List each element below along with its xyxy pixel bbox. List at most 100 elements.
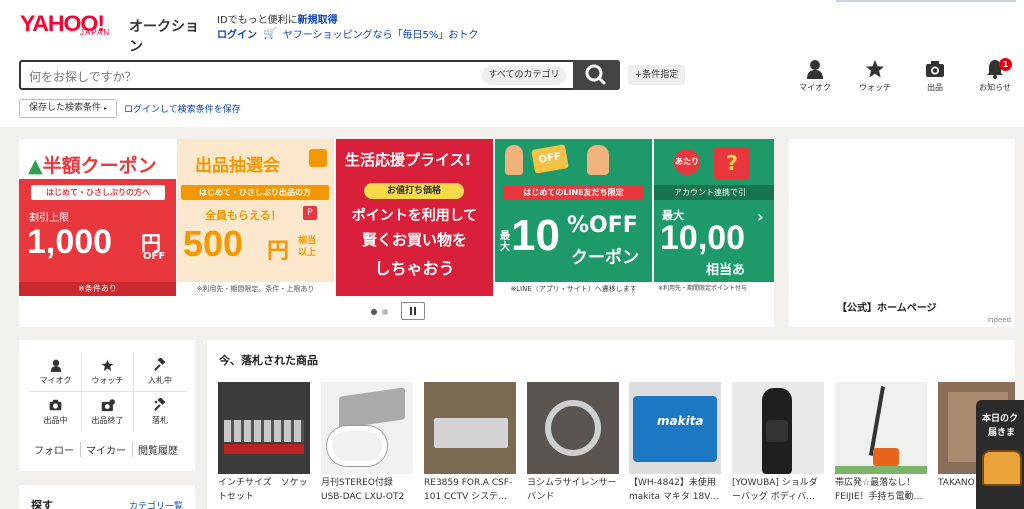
shopping-promo-link[interactable]: ヤフーショッピングなら「毎日5%」おトク bbox=[283, 26, 479, 41]
recently-sold-panel: 今、落札された商品 インチサイズ ソケットセット 月刊STEREO付録 USB-… bbox=[207, 340, 1015, 509]
search-box: 何をお探しですか？ すべてのカテゴリ bbox=[19, 60, 620, 90]
banner-title-text: 半額クーポン bbox=[42, 155, 157, 177]
product-title: 【WH-4842】未使用 makita マキタ 18V… bbox=[629, 478, 720, 502]
banner-badge: あたり bbox=[674, 149, 700, 175]
float-line2: 届きま bbox=[988, 428, 1016, 438]
banner-account-link[interactable]: あたり ? アカウント連携で引 最大 10,00 相当あ ※利用先・期間限定ポイ… bbox=[654, 139, 774, 296]
banner-amount: 1,000 bbox=[27, 223, 113, 261]
banner-small: 全員もらえる！ bbox=[205, 209, 282, 222]
product-title: RE3859 FOR.A CSF-101 CCTV システ… bbox=[424, 478, 513, 502]
product-card[interactable]: 月刊STEREO付録 USB-DAC LXU-OT2（… bbox=[321, 382, 413, 504]
banner-amount: 500 bbox=[183, 223, 244, 264]
gavel-icon bbox=[154, 358, 166, 371]
banner-line-coupon[interactable]: OFF はじめてのLINE友だち限定 最大 10 %OFF クーポン ※LINE… bbox=[495, 139, 652, 296]
product-card[interactable]: makita 【WH-4842】未使用 makita マキタ 18V… bbox=[629, 382, 721, 504]
side-item-selling[interactable]: 出品中 bbox=[30, 392, 82, 432]
product-title: インチサイズ ソケットセット bbox=[218, 478, 308, 502]
banner-half-coupon[interactable]: ▲半額クーポン はじめて・ひさしぶりの方へ 割引上限 1,000 円 OFF ※… bbox=[19, 139, 176, 296]
banner-band: アカウント連携で引 bbox=[654, 185, 774, 200]
yahoo-auction-logo[interactable]: YAHOO! JAPAN オークション bbox=[20, 11, 202, 55]
header: YAHOO! JAPAN オークション IDでもっと便利に新規取得 ログイン 🛒… bbox=[0, 0, 1024, 127]
ad-panel[interactable]: 【公式】ホームページ indeed bbox=[789, 139, 1015, 327]
search-panel: 探す カテゴリ一覧 bbox=[19, 485, 195, 509]
condition-button[interactable]: +条件指定 bbox=[628, 65, 685, 85]
product-title: 月刊STEREO付録 USB-DAC LXU-OT2（… bbox=[321, 478, 405, 502]
side-item-label: ウォッチ bbox=[91, 376, 124, 385]
camera-check-icon bbox=[101, 398, 115, 411]
login-link[interactable]: ログイン bbox=[217, 26, 257, 41]
caret-right-icon: ▸ bbox=[103, 105, 107, 112]
daily-promo-float[interactable]: 本日のク 届きま bbox=[976, 400, 1024, 509]
watch-label: ウォッチ bbox=[859, 83, 891, 92]
banner-band: はじめて・ひさしぶりの方へ bbox=[31, 185, 165, 200]
sell-button[interactable]: 出品 bbox=[905, 58, 965, 93]
product-image bbox=[527, 382, 619, 474]
myauc-button[interactable]: マイオク bbox=[785, 58, 845, 93]
banner-extra: クーポン bbox=[571, 248, 639, 268]
banner-extra: 相当あ bbox=[706, 263, 746, 278]
saved-search-dropdown[interactable]: 保存した検索条件 ▸ bbox=[19, 99, 117, 118]
paypay-icon: P bbox=[303, 206, 317, 220]
search-input[interactable]: 何をお探しですか？ bbox=[29, 68, 137, 85]
camera-icon bbox=[49, 399, 62, 411]
banner-life-support[interactable]: 生活応援プライス! お値打ち価格 ポイントを利用して 賢くお買い物を しちゃおう bbox=[336, 139, 493, 296]
product-title: [YOWUBA] ショルダーバッグ ボディバ… bbox=[732, 478, 818, 502]
banner-unit: 円 bbox=[267, 239, 290, 264]
leaf-icon: ▲ bbox=[28, 155, 43, 177]
banner-band: お値打ち価格 bbox=[364, 183, 464, 199]
product-title: 帯広発☆最落なし！FEIJIE！手持ち電動… bbox=[835, 478, 923, 502]
banner-title: 生活応援プライス! bbox=[345, 151, 472, 169]
id-promo: IDでもっと便利に新規取得 bbox=[217, 11, 338, 26]
history-link[interactable]: 閲覧履歴 bbox=[138, 442, 184, 457]
side-item-watch[interactable]: ウォッチ bbox=[82, 352, 134, 392]
product-card[interactable]: インチサイズ ソケットセット bbox=[218, 382, 310, 504]
search-icon bbox=[585, 64, 606, 85]
login-save-link[interactable]: ログインして検索条件を保存 bbox=[124, 102, 241, 115]
pause-icon bbox=[410, 307, 412, 315]
mycar-link[interactable]: マイカー bbox=[86, 442, 133, 457]
category-select[interactable]: すべてのカテゴリ bbox=[482, 66, 566, 85]
register-link[interactable]: 新規取得 bbox=[298, 15, 338, 26]
carousel-dot[interactable] bbox=[382, 309, 388, 315]
watch-button[interactable]: ウォッチ bbox=[845, 58, 905, 93]
product-card[interactable]: [YOWUBA] ショルダーバッグ ボディバ… bbox=[732, 382, 824, 504]
gavel-won-icon bbox=[154, 398, 166, 411]
product-card[interactable]: 帯広発☆最落なし！FEIJIE！手持ち電動… bbox=[835, 382, 927, 504]
banner-foot: ※利用先・期間限定。条件・上限あり bbox=[177, 282, 334, 296]
category-list-link[interactable]: カテゴリ一覧 bbox=[129, 499, 183, 509]
side-item-myauc[interactable]: マイオク bbox=[30, 352, 82, 392]
carousel-dot[interactable] bbox=[371, 309, 377, 315]
product-image bbox=[732, 382, 824, 474]
follow-link[interactable]: フォロー bbox=[34, 442, 81, 457]
search-panel-title: 探す bbox=[31, 499, 53, 509]
pause-icon bbox=[414, 307, 416, 315]
side-item-label: 出品終了 bbox=[91, 416, 124, 425]
product-card[interactable]: RE3859 FOR.A CSF-101 CCTV システ… bbox=[424, 382, 516, 504]
product-image bbox=[321, 382, 413, 474]
side-item-label: マイオク bbox=[39, 376, 72, 385]
logo-service: オークション bbox=[129, 19, 199, 55]
carousel-dots bbox=[371, 309, 388, 315]
product-card[interactable]: ヨシムラサイレンサーバンド bbox=[527, 382, 619, 504]
side-item-won[interactable]: 落札 bbox=[134, 392, 186, 432]
banner-extra: OFF bbox=[143, 251, 166, 262]
notifications-button[interactable]: 1 お知らせ bbox=[965, 58, 1024, 93]
treasure-chest-icon bbox=[982, 450, 1022, 486]
banner-lottery[interactable]: 出品抽選会 はじめて・ひさしぶり出品の方 全員もらえる！ P 500 円 相当以… bbox=[177, 139, 334, 296]
banner-line2: 賢くお買い物を bbox=[361, 231, 467, 249]
gift-box-icon bbox=[309, 149, 327, 167]
carousel-next-arrow-icon[interactable]: › bbox=[757, 207, 764, 226]
cart-icon: 🛒 bbox=[263, 27, 277, 40]
product-image: makita bbox=[629, 382, 721, 474]
side-item-bidding[interactable]: 入札中 bbox=[134, 352, 186, 392]
banner-title: ▲半額クーポン bbox=[28, 151, 157, 178]
search-button[interactable] bbox=[573, 60, 620, 90]
banner-amount: 10,00 bbox=[660, 219, 746, 257]
side-item-ended[interactable]: 出品終了 bbox=[82, 392, 134, 432]
logo-sub: JAPAN bbox=[80, 28, 111, 37]
carousel-pause-button[interactable] bbox=[401, 302, 425, 320]
myauc-label: マイオク bbox=[799, 83, 831, 92]
product-image bbox=[218, 382, 310, 474]
sell-label: 出品 bbox=[927, 83, 943, 92]
banner-amount: 10 bbox=[511, 211, 560, 260]
